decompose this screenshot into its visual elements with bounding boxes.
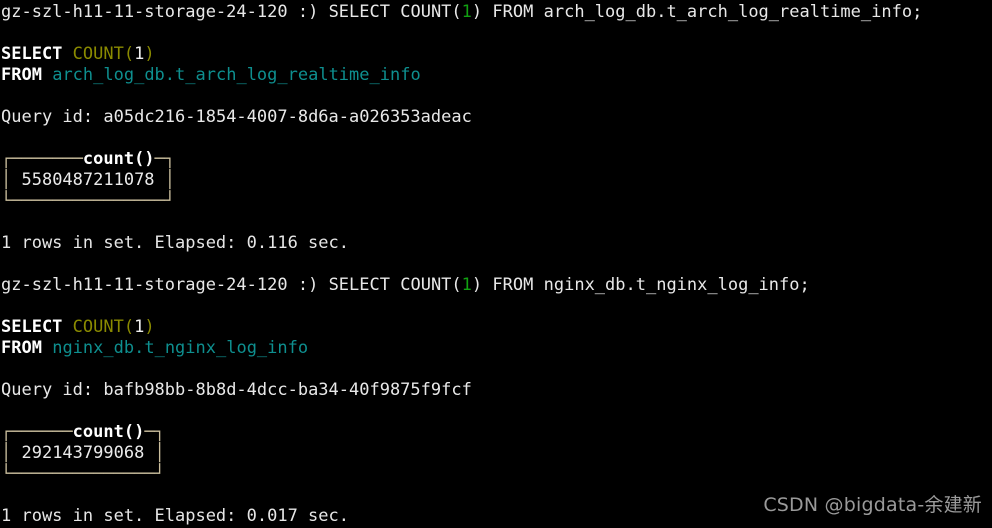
echo-select-kw-1: SELECT: [1, 44, 63, 64]
result-box-top-1: ┌───────count()─┐: [1, 149, 176, 169]
echo-dot-1: .: [164, 65, 176, 85]
echo-count-fn-1: COUNT: [72, 44, 124, 64]
prompt-symbol-2: :): [297, 275, 319, 295]
prompt-terminator-2: ;: [799, 275, 810, 295]
prompt-paren-open-1: (: [451, 2, 462, 22]
csdn-watermark: CSDN @bigdata-余建新: [763, 494, 982, 516]
prompt-cmd-count-1: COUNT: [400, 2, 452, 22]
echo-from-line-1: FROM arch_log_db.t_arch_log_realtime_inf…: [0, 65, 992, 86]
prompt-cmd-table-1: arch_log_db.t_arch_log_realtime_info: [543, 2, 913, 22]
echo-table-2: t_nginx_log_info: [144, 338, 309, 358]
echo-dot-2: .: [134, 338, 145, 358]
query-id-value-2: bafb98bb-8b8d-4dcc-ba34-40f9875f9fcf: [103, 380, 472, 400]
result-box-bottom-1: └───────────────┘: [1, 191, 175, 211]
echo-select-line-1: SELECT COUNT(1): [0, 44, 992, 65]
prompt-cmd-from-2: FROM: [492, 275, 534, 295]
echo-select-line-2: SELECT COUNT(1): [0, 317, 992, 338]
prompt-cmd-select-1: SELECT: [328, 2, 390, 22]
query-id-line-2: Query id: bafb98bb-8b8d-4dcc-ba34-40f987…: [0, 380, 992, 401]
echo-paren-close-2: ): [144, 317, 155, 337]
status-line-1: 1 rows in set. Elapsed: 0.116 sec.: [1, 233, 349, 253]
result-box-bottom-2: └──────────────┘: [1, 464, 165, 484]
prompt-paren-close-1: ): [471, 2, 483, 22]
echo-select-kw-2: SELECT: [1, 317, 63, 337]
echo-from-line-2: FROM nginx_db.t_nginx_log_info: [0, 338, 992, 359]
echo-paren-open-2: (: [123, 317, 135, 337]
result-box-top-2: ┌──────count()─┐: [1, 422, 165, 442]
prompt-cmd-count-2: COUNT: [400, 275, 452, 295]
prompt-cmd-from-1: FROM: [492, 2, 534, 22]
echo-arg-2: 1: [134, 317, 145, 337]
prompt-paren-open-2: (: [451, 275, 462, 295]
prompt-host-1: gz-szl-h11-11-storage-24-120: [1, 2, 288, 22]
echo-paren-close-1: ): [144, 44, 155, 64]
prompt-symbol-1: :): [297, 2, 319, 22]
prompt-cmd-select-2: SELECT: [328, 275, 390, 295]
query-id-label-1: Query id:: [1, 107, 94, 127]
prompt-paren-close-2: ): [471, 275, 483, 295]
result-box-mid-1: │ 5580487211078 │: [1, 170, 176, 190]
prompt-host-2: gz-szl-h11-11-storage-24-120: [1, 275, 288, 295]
terminal-screen[interactable]: gz-szl-h11-11-storage-24-120 :) SELECT C…: [0, 0, 992, 528]
echo-db-1: arch_log_db: [52, 65, 165, 85]
echo-paren-open-1: (: [123, 44, 135, 64]
echo-db-2: nginx_db: [52, 338, 135, 358]
echo-from-kw-1: FROM: [1, 65, 42, 85]
echo-table-1: t_arch_log_realtime_info: [175, 65, 421, 85]
prompt-line-1: gz-szl-h11-11-storage-24-120 :) SELECT C…: [0, 2, 992, 23]
prompt-terminator-1: ;: [912, 2, 923, 22]
prompt-arg-1: 1: [461, 2, 472, 22]
query-id-value-1: a05dc216-1854-4007-8d6a-a026353adeac: [103, 107, 472, 127]
query-id-label-2: Query id:: [1, 380, 94, 400]
result-box-mid-2: │ 292143799068 │: [1, 443, 165, 463]
result-table-2: ┌──────count()─┐ │ 292143799068 │ └─────…: [0, 422, 992, 485]
echo-arg-1: 1: [134, 44, 145, 64]
result-table-1: ┌───────count()─┐ │ 5580487211078 │ └───…: [0, 149, 992, 212]
query-id-line-1: Query id: a05dc216-1854-4007-8d6a-a02635…: [0, 107, 992, 128]
prompt-cmd-table-2: nginx_db.t_nginx_log_info: [543, 275, 800, 295]
prompt-line-2: gz-szl-h11-11-storage-24-120 :) SELECT C…: [0, 275, 992, 296]
prompt-arg-2: 1: [461, 275, 472, 295]
echo-count-fn-2: COUNT: [72, 317, 124, 337]
echo-from-kw-2: FROM: [1, 338, 42, 358]
